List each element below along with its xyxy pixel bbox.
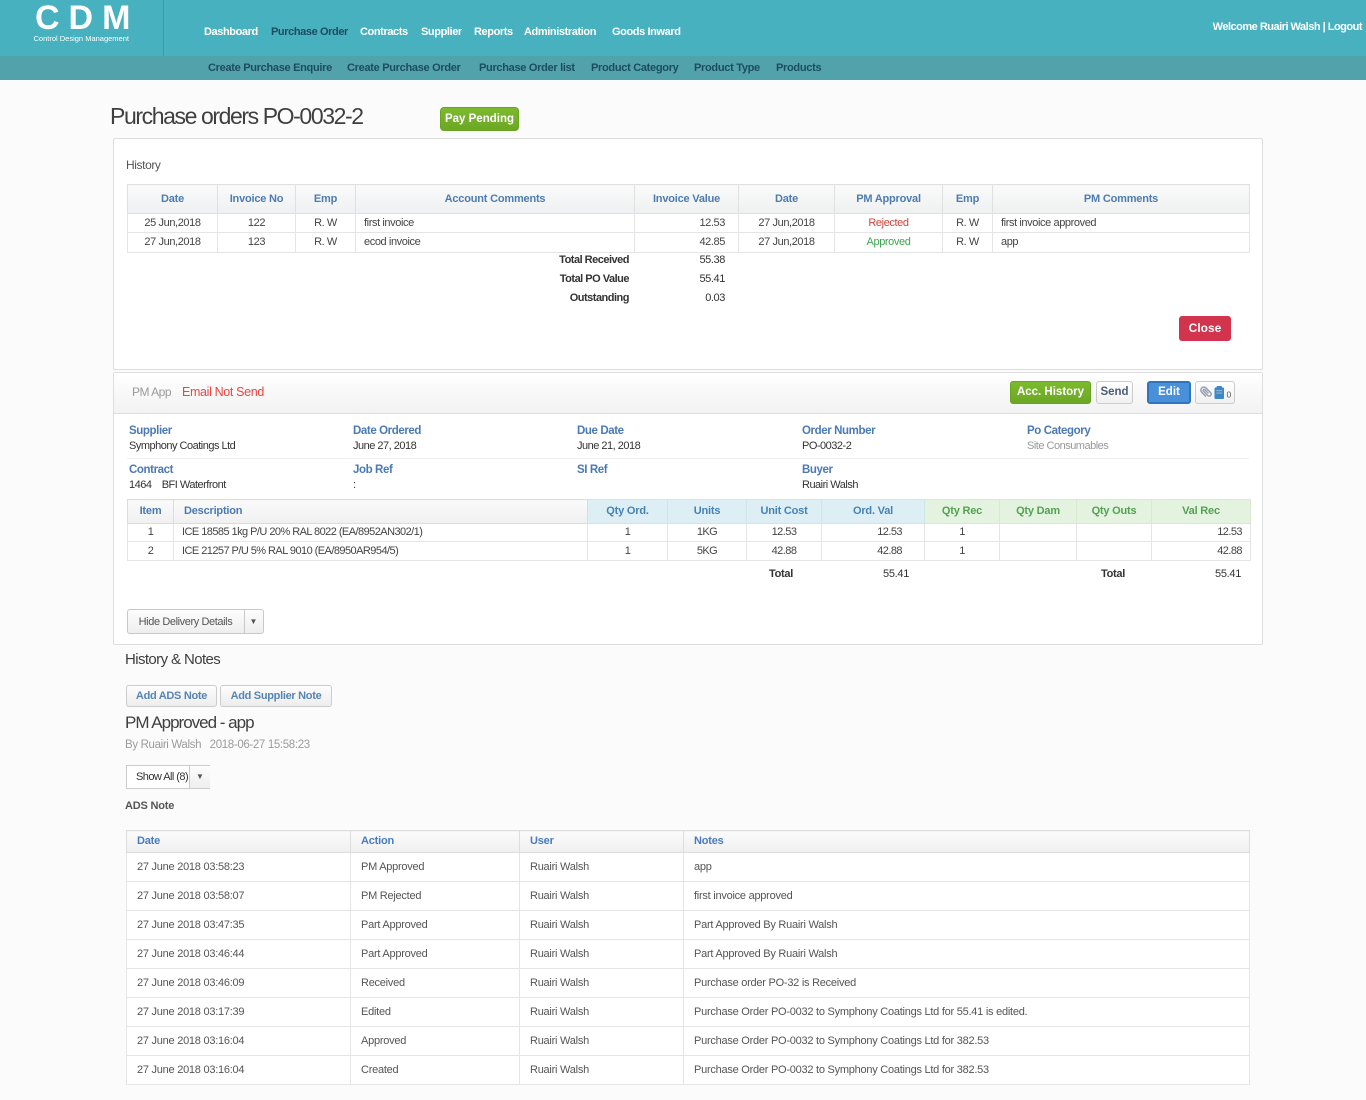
svg-text:0: 0 xyxy=(1227,389,1232,399)
